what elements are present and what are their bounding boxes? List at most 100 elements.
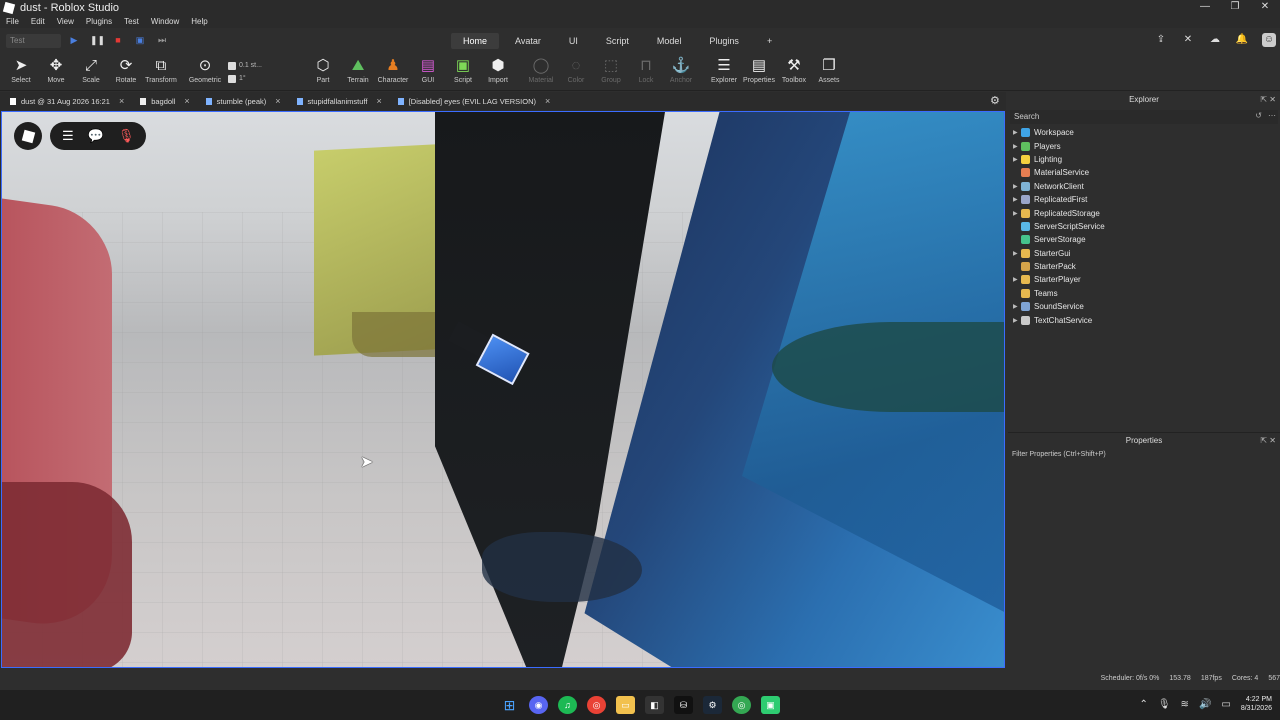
doc-tab[interactable]: stupidfallanimstuff × <box>287 92 388 110</box>
close-tab-icon[interactable]: × <box>184 96 189 106</box>
explorer-search-input[interactable]: Search ↺ ⋯ <box>1010 110 1278 124</box>
rotate-tool-button[interactable]: ⟳ Rotate <box>109 57 143 84</box>
panel-controls[interactable]: ⇱ ✕ <box>1260 433 1276 449</box>
explorer-item-starterplayer[interactable]: ▶ StarterPlayer <box>1008 273 1280 286</box>
share-icon[interactable]: ⇪ <box>1154 33 1168 47</box>
expand-arrow-icon[interactable]: ▶ <box>1013 129 1021 136</box>
tab-ui[interactable]: UI <box>557 33 590 49</box>
scale-tool-button[interactable]: ⤢ Scale <box>74 57 108 84</box>
roblox-menu-button[interactable] <box>14 122 42 150</box>
expand-arrow-icon[interactable]: ▶ <box>1013 303 1021 310</box>
discord-icon[interactable]: ◉ <box>529 696 548 714</box>
close-tab-icon[interactable]: × <box>376 96 381 106</box>
expand-arrow-icon[interactable]: ▶ <box>1013 183 1021 190</box>
explorer-toggle-button[interactable]: ☰ Explorer <box>707 57 741 84</box>
game-viewport[interactable]: ☰ 💬 🎙 ➤ <box>1 111 1005 668</box>
client-server-icon[interactable]: ▣ <box>134 34 146 46</box>
tab-plugins[interactable]: Plugins <box>697 33 751 49</box>
script-button[interactable]: ▣ Script <box>446 57 480 84</box>
tab-avatar[interactable]: Avatar <box>503 33 553 49</box>
clock[interactable]: 4:22 PM 8/31/2026 <box>1241 695 1272 713</box>
collaborate-icon[interactable]: ✕ <box>1181 33 1195 47</box>
terrain-button[interactable]: ⛰ Terrain <box>341 57 375 84</box>
microphone-icon[interactable]: 🎙 <box>1158 699 1171 710</box>
close-tab-icon[interactable]: × <box>545 96 550 106</box>
explorer-item-networkclient[interactable]: ▶ NetworkClient <box>1008 180 1280 193</box>
lock-button[interactable]: ⊓ Lock <box>629 57 663 84</box>
geometric-mode-button[interactable]: ⊙ Geometric <box>188 57 222 84</box>
properties-filter-input[interactable]: Filter Properties (Ctrl+Shift+P) <box>1008 449 1280 460</box>
spotify-icon[interactable]: ♫ <box>558 696 577 714</box>
menu-file[interactable]: File <box>0 15 25 28</box>
material-button[interactable]: ◯ Material <box>524 57 558 84</box>
close-tab-icon[interactable]: × <box>275 96 280 106</box>
color-button[interactable]: ◌ Color <box>559 57 593 84</box>
doc-tab[interactable]: dust @ 31 Aug 2026 16:21 × <box>0 92 130 110</box>
explorer-item-startergui[interactable]: ▶ StarterGui <box>1008 247 1280 260</box>
chevron-up-icon[interactable]: ⌃ <box>1139 699 1147 710</box>
explorer-item-teams[interactable]: Teams <box>1008 287 1280 300</box>
expand-arrow-icon[interactable]: ▶ <box>1013 276 1021 283</box>
menu-help[interactable]: Help <box>185 15 213 28</box>
explorer-item-materialservice[interactable]: MaterialService <box>1008 166 1280 179</box>
expand-arrow-icon[interactable]: ▶ <box>1013 143 1021 150</box>
history-icon[interactable]: ↺ <box>1255 111 1262 120</box>
play-icon[interactable]: ▶ <box>68 34 80 46</box>
notification-bell-icon[interactable]: 🔔 <box>1235 33 1249 47</box>
transform-tool-button[interactable]: ⧉ Transform <box>144 57 178 84</box>
terminal-app-icon[interactable]: ▣ <box>761 696 780 714</box>
explorer-item-lighting[interactable]: ▶ Lighting <box>1008 153 1280 166</box>
tab-home[interactable]: Home <box>451 33 500 49</box>
stop-icon[interactable]: ■ <box>112 34 124 46</box>
test-mode-select[interactable]: Test <box>6 34 61 48</box>
explorer-item-starterpack[interactable]: StarterPack <box>1008 260 1280 273</box>
explorer-item-textchatservice[interactable]: ▶ TextChatService <box>1008 313 1280 326</box>
explorer-item-workspace[interactable]: ▶ Workspace <box>1008 126 1280 139</box>
maximize-button[interactable]: ❐ <box>1220 0 1250 14</box>
explorer-item-replicatedstorage[interactable]: ▶ ReplicatedStorage <box>1008 206 1280 219</box>
tab-script[interactable]: Script <box>594 33 641 49</box>
doc-tab[interactable]: stumble (peak) × <box>196 92 287 110</box>
doc-tab[interactable]: [Disabled] eyes (EVIL LAG VERSION) × <box>388 92 557 110</box>
expand-arrow-icon[interactable]: ▶ <box>1013 250 1021 257</box>
chat-icon[interactable]: 💬 <box>88 128 104 144</box>
chrome-icon[interactable]: ◎ <box>587 696 606 714</box>
expand-arrow-icon[interactable]: ▶ <box>1013 156 1021 163</box>
more-options-icon[interactable]: ⋯ <box>1268 111 1276 120</box>
explorer-item-players[interactable]: ▶ Players <box>1008 139 1280 152</box>
roblox-studio-taskbar-icon[interactable]: ◧ <box>645 696 664 714</box>
steam-icon[interactable]: ⚙ <box>703 696 722 714</box>
rotate-snap-value[interactable]: 1° <box>239 75 246 82</box>
move-snap-checkbox[interactable] <box>228 61 236 70</box>
panel-controls[interactable]: ⇱ ✕ <box>1260 92 1276 108</box>
anchor-button[interactable]: ⚓ Anchor <box>664 57 698 84</box>
game-app-icon[interactable]: ⛁ <box>674 696 693 714</box>
explorer-item-serverstorage[interactable]: ServerStorage <box>1008 233 1280 246</box>
menu-window[interactable]: Window <box>145 15 185 28</box>
explorer-item-serverscriptservice[interactable]: ServerScriptService <box>1008 220 1280 233</box>
assets-button[interactable]: ❐ Assets <box>812 57 846 84</box>
pause-icon[interactable]: ❚❚ <box>90 34 105 46</box>
import-button[interactable]: ⬢ Import <box>481 57 515 84</box>
explorer-item-replicatedfirst[interactable]: ▶ ReplicatedFirst <box>1008 193 1280 206</box>
expand-arrow-icon[interactable]: ▶ <box>1013 210 1021 217</box>
tab-model[interactable]: Model <box>645 33 694 49</box>
menu-edit[interactable]: Edit <box>25 15 51 28</box>
select-tool-button[interactable]: ➤ Select <box>4 57 38 84</box>
hamburger-menu-icon[interactable]: ☰ <box>62 128 74 144</box>
expand-arrow-icon[interactable]: ▶ <box>1013 317 1021 324</box>
toolbox-button[interactable]: ⚒ Toolbox <box>777 57 811 84</box>
gear-icon[interactable]: ⚙ <box>990 94 1000 107</box>
tab-add[interactable]: + <box>755 33 784 49</box>
doc-tab[interactable]: bagdoll × <box>130 92 195 110</box>
expand-arrow-icon[interactable]: ▶ <box>1013 196 1021 203</box>
move-snap-value[interactable]: 0.1 st... <box>239 62 262 69</box>
microphone-muted-icon[interactable]: 🎙 <box>118 128 135 144</box>
wifi-icon[interactable]: ≋ <box>1181 699 1189 710</box>
close-tab-icon[interactable]: × <box>119 96 124 106</box>
character-button[interactable]: ♟ Character <box>376 57 410 84</box>
menu-plugins[interactable]: Plugins <box>80 15 118 28</box>
rotate-snap-checkbox[interactable] <box>228 74 236 83</box>
group-button[interactable]: ⬚ Group <box>594 57 628 84</box>
move-tool-button[interactable]: ✥ Move <box>39 57 73 84</box>
